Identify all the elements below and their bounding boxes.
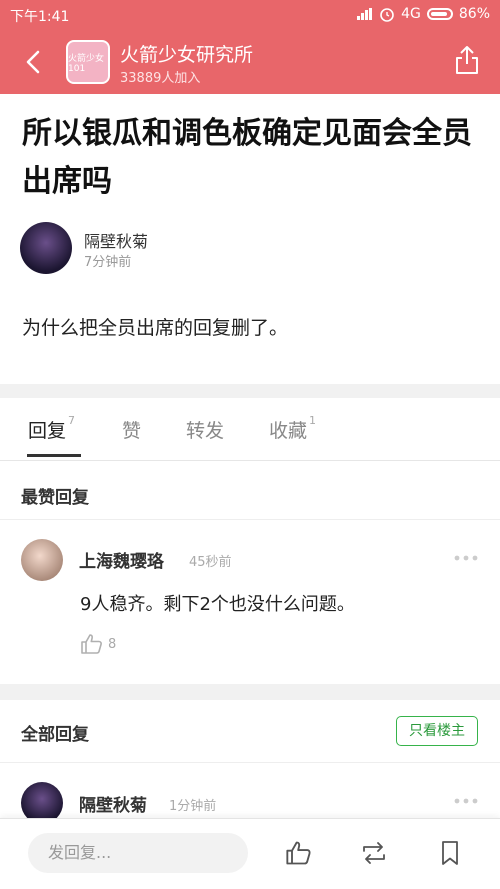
- post-content: 为什么把全员出席的回复删了。: [22, 317, 289, 339]
- tab-likes[interactable]: 赞: [122, 416, 141, 443]
- tab-reposts[interactable]: 转发: [186, 416, 224, 443]
- reply-like-count: 8: [108, 637, 117, 652]
- tab-replies-label: 回复: [28, 420, 67, 442]
- bookmark-icon[interactable]: [436, 839, 464, 867]
- divider: [0, 519, 500, 520]
- divider: [0, 762, 500, 763]
- repost-icon[interactable]: [360, 839, 388, 867]
- more-options-icon[interactable]: [454, 798, 478, 804]
- battery-level: 86%: [458, 6, 490, 22]
- tab-likes-label: 赞: [122, 420, 142, 442]
- top-replies-title: 最赞回复: [21, 488, 89, 508]
- tab-favorites-label: 收藏: [269, 420, 308, 442]
- tab-favorites-count: 1: [309, 413, 317, 427]
- reply-text: 9人稳齐。剩下2个也没什么问题。: [80, 594, 355, 615]
- reply-time: 1分钟前: [169, 799, 217, 814]
- op-only-button[interactable]: 只看楼主: [396, 716, 478, 746]
- author-avatar[interactable]: [20, 222, 72, 274]
- author-name[interactable]: 隔壁秋菊: [84, 228, 148, 252]
- tab-replies-count: 7: [68, 413, 76, 427]
- battery-icon: [426, 8, 453, 20]
- tab-favorites[interactable]: 收藏 1: [269, 413, 317, 443]
- tab-reposts-label: 转发: [186, 420, 225, 442]
- status-icons: 4G 86%: [357, 6, 490, 22]
- group-logo-text: 火箭少女101: [68, 53, 105, 74]
- share-icon[interactable]: [452, 44, 482, 76]
- reply-input[interactable]: 发回复...: [28, 833, 248, 873]
- alarm-icon: [380, 8, 394, 22]
- reply-author-name[interactable]: 隔壁秋菊: [79, 791, 147, 816]
- signal-icon: [357, 8, 373, 20]
- status-bar: 下午1:41 4G 86%: [0, 0, 500, 30]
- section-gap: [0, 384, 500, 398]
- all-replies-title: 全部回复: [21, 725, 89, 745]
- group-name[interactable]: 火箭少女研究所: [120, 40, 253, 67]
- reply-avatar[interactable]: [21, 539, 63, 581]
- tab-replies[interactable]: 回复 7: [28, 413, 76, 443]
- reply-author-name[interactable]: 上海魏璎珞: [79, 547, 164, 572]
- network-type: 4G: [401, 6, 421, 22]
- group-logo[interactable]: 火箭少女101: [66, 40, 110, 84]
- thumbs-up-icon[interactable]: [285, 839, 313, 867]
- status-time: 下午1:41: [10, 9, 70, 25]
- bottom-action-bar: 发回复...: [0, 818, 500, 889]
- reply-time: 45秒前: [189, 555, 232, 570]
- active-tab-indicator: [27, 454, 81, 457]
- tab-bar: 回复 7 赞 转发 收藏 1: [0, 398, 500, 461]
- more-options-icon[interactable]: [454, 555, 478, 561]
- thumbs-up-icon[interactable]: [80, 632, 104, 656]
- app-bar: 火箭少女101 火箭少女研究所 33889人加入: [0, 30, 500, 94]
- post-time: 7分钟前: [84, 255, 132, 270]
- section-gap: [0, 684, 500, 700]
- post-title: 所以银瓜和调色板确定见面会全员出席吗: [22, 116, 472, 199]
- back-arrow-icon[interactable]: [20, 48, 48, 76]
- group-member-count: 33889人加入: [120, 71, 201, 86]
